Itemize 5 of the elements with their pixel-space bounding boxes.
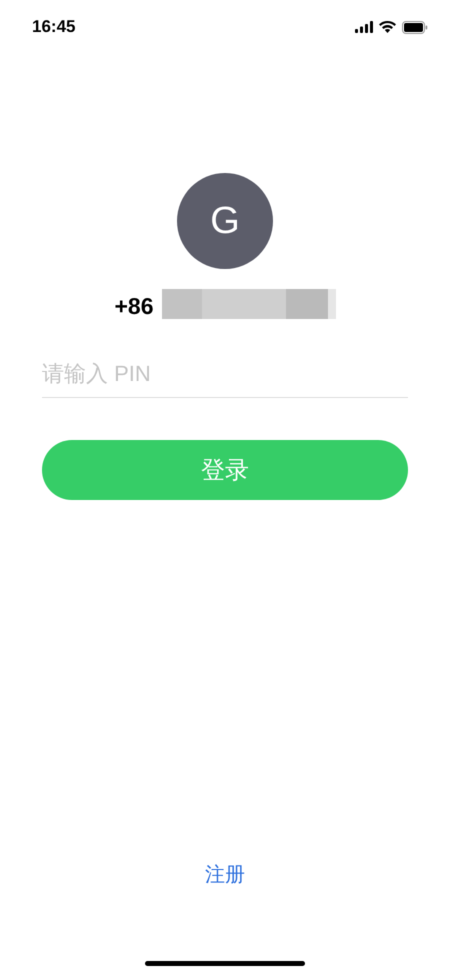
register-link[interactable]: 注册 [205,861,245,888]
pin-field[interactable]: 请输入 PIN [42,361,408,398]
country-code: +86 [114,292,154,320]
status-time: 16:45 [32,17,76,37]
avatar: G [177,173,273,269]
